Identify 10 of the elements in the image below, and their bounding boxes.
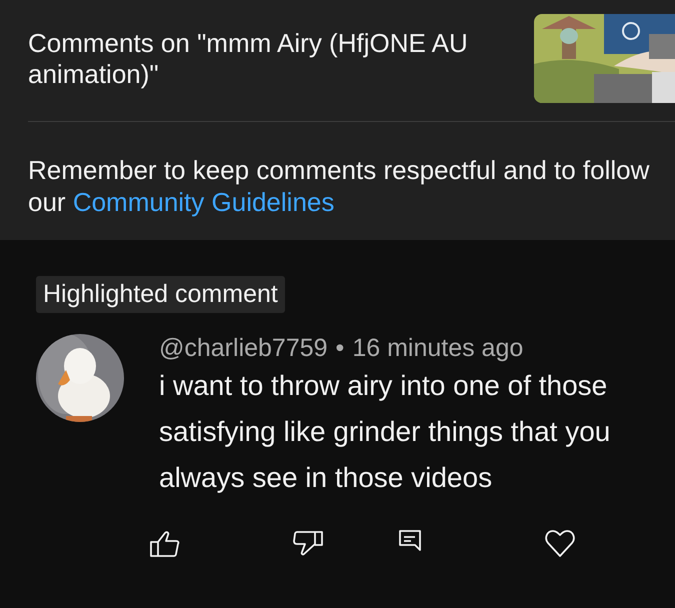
- guidelines-notice: Remember to keep comments respectful and to follow our Community Guidelines: [28, 154, 650, 218]
- comment-text: i want to throw airy into one of those satisfying like grinder things that you always see in those videos: [159, 369, 612, 495]
- separator-dot: •: [336, 333, 344, 363]
- thumbs-up-icon: [149, 529, 181, 559]
- comment-time: 16 minutes ago: [352, 333, 524, 363]
- community-guidelines-link[interactable]: Community Guidelines: [72, 187, 334, 217]
- panel-title: Comments on "mmm Airy (HfjONE AU animation)": [28, 27, 469, 91]
- heart-icon: [544, 529, 576, 559]
- comment-author[interactable]: @charlieb7759: [159, 333, 328, 363]
- highlighted-comment-badge: Highlighted comment: [36, 276, 285, 313]
